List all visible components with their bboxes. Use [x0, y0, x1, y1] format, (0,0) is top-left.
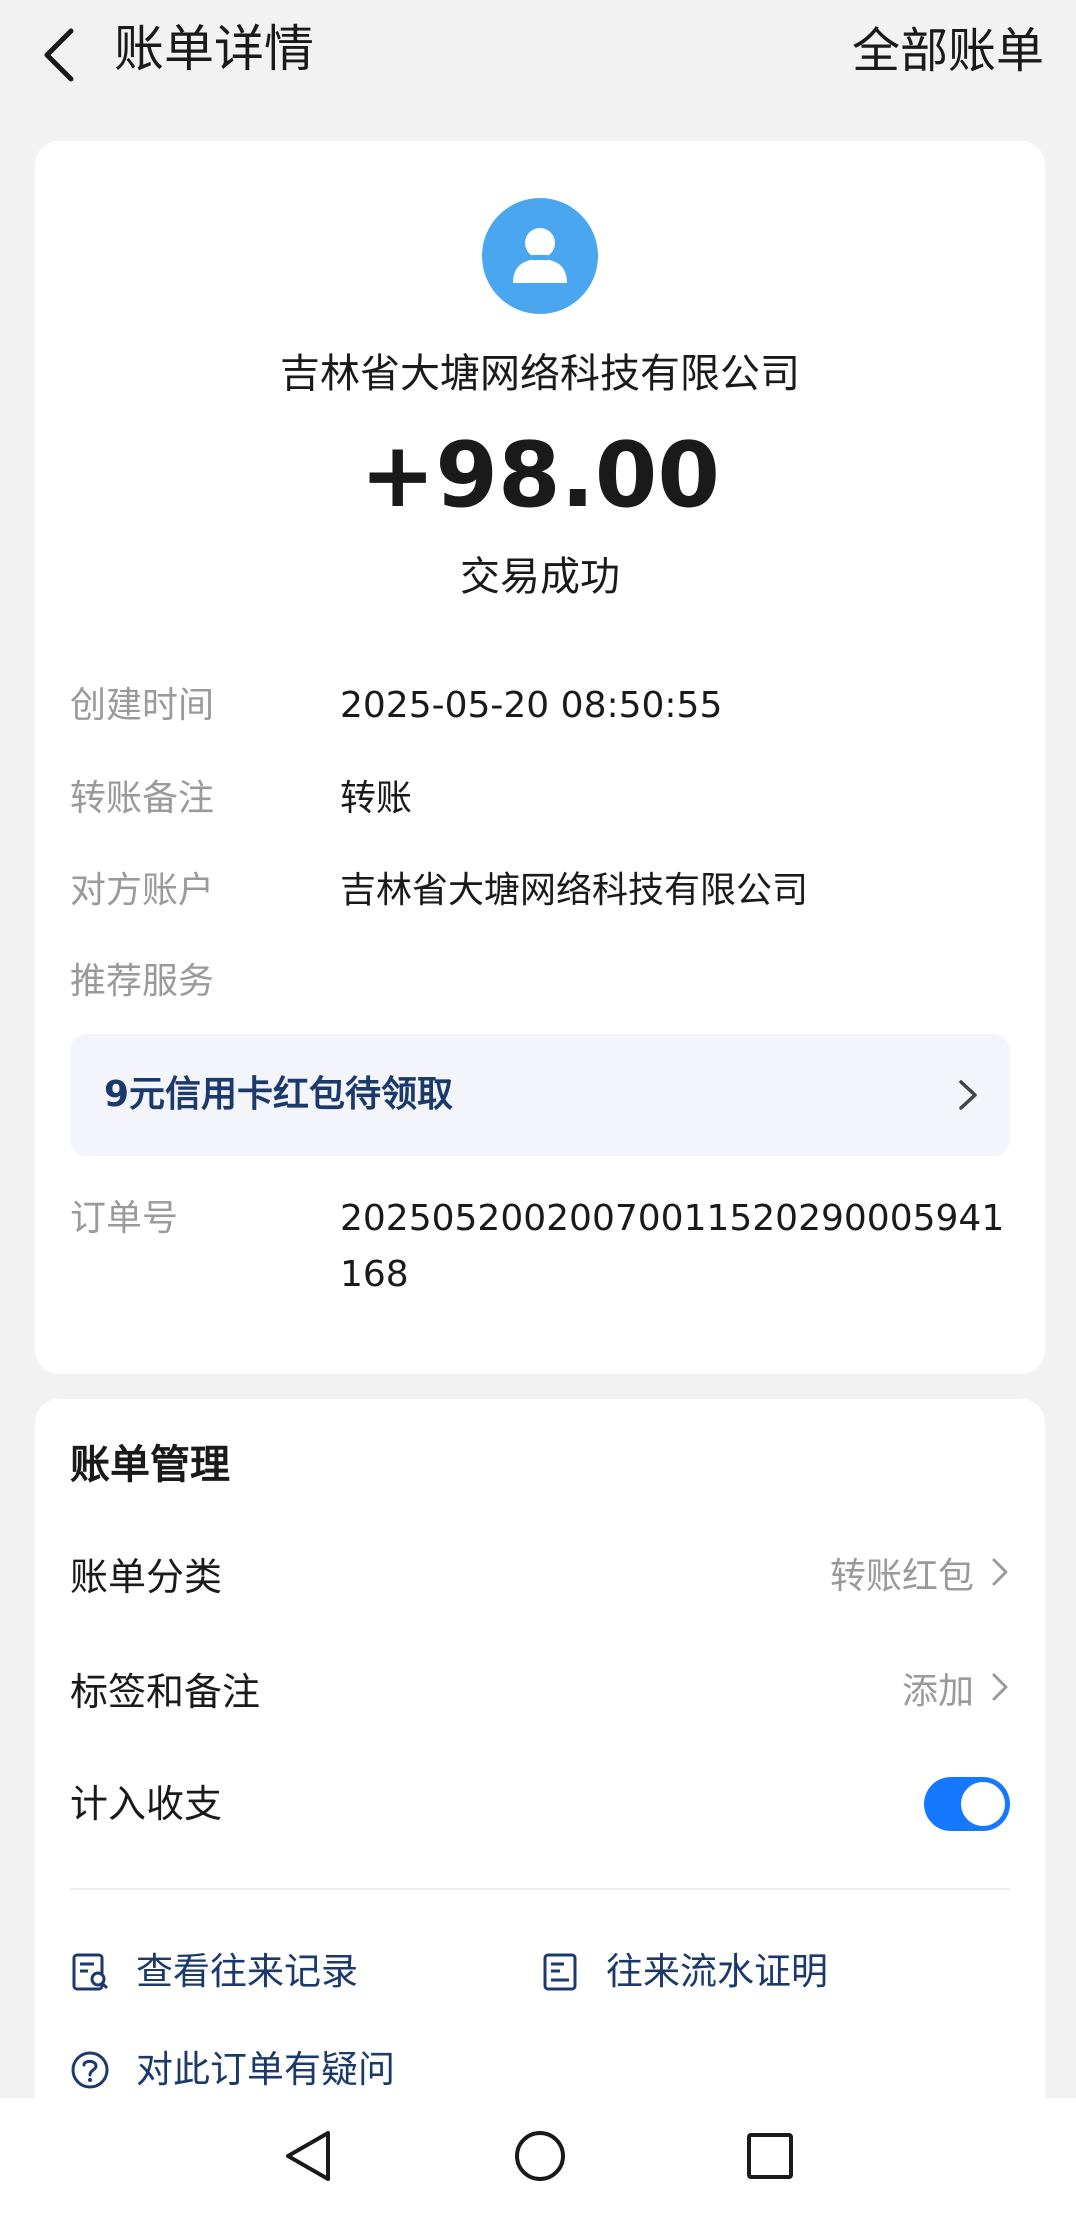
nav-back-icon[interactable] [278, 2126, 338, 2186]
view-history-text: 查看往来记录 [136, 1950, 358, 1993]
tags-notes-label: 标签和备注 [70, 1670, 261, 1714]
bill-category-label: 账单分类 [70, 1555, 223, 1599]
bill-management-card: 账单管理 账单分类 转账红包 标签和备注 添加 计入收支 查看往来记录 往来流水… [35, 1399, 1045, 2216]
created-time-value: 2025-05-20 08:50:55 [340, 685, 723, 726]
question-circle-icon [70, 2050, 110, 2090]
bill-detail-page: 账单详情 全部账单 吉林省大塘网络科技有限公司 +98.00 交易成功 创建时间… [0, 0, 1076, 2216]
statement-proof-link[interactable]: 往来流水证明 [540, 1944, 828, 2000]
bill-category-value: 转账红包 [829, 1556, 974, 1597]
promo-text: 9元信用卡红包待领取 [104, 1074, 454, 1115]
chevron-right-icon [990, 1664, 1010, 1720]
order-question-link[interactable]: 对此订单有疑问 [70, 2042, 395, 2098]
credit-card-promo-banner[interactable]: 9元信用卡红包待领取 [70, 1034, 1010, 1156]
order-number-value: 20250520020070011520290005941168 [340, 1198, 1005, 1295]
page-title: 账单详情 [114, 20, 314, 78]
transaction-status: 交易成功 [460, 554, 620, 600]
chevron-right-icon [956, 1078, 980, 1112]
transfer-note-value: 转账 [340, 778, 413, 819]
merchant-name: 吉林省大塘网络科技有限公司 [280, 351, 800, 397]
created-time-label: 创建时间 [70, 685, 215, 726]
user-avatar-icon [482, 198, 598, 314]
system-navigation-bar [0, 2098, 1076, 2216]
transaction-amount: +98.00 [359, 423, 721, 528]
divider [70, 1888, 1010, 1890]
document-icon [540, 1952, 580, 1992]
nav-recents-icon[interactable] [740, 2126, 800, 2186]
counterparty-value: 吉林省大塘网络科技有限公司 [340, 870, 809, 911]
top-bar: 账单详情 全部账单 [0, 0, 1076, 110]
section-title: 账单管理 [70, 1442, 230, 1488]
include-in-budget-toggle[interactable] [924, 1777, 1010, 1831]
transaction-detail-card: 吉林省大塘网络科技有限公司 +98.00 交易成功 创建时间 2025-05-2… [35, 141, 1045, 1374]
bill-category-selector[interactable]: 转账红包 [830, 1549, 1010, 1605]
order-question-text: 对此订单有疑问 [136, 2048, 395, 2091]
back-arrow-icon[interactable] [30, 22, 86, 88]
view-history-link[interactable]: 查看往来记录 [70, 1944, 358, 2000]
tags-notes-add[interactable]: 添加 [902, 1664, 1010, 1720]
transfer-note-label: 转账备注 [70, 778, 215, 819]
include-in-budget-label: 计入收支 [70, 1782, 223, 1826]
toggle-knob [961, 1782, 1005, 1826]
all-bills-link[interactable]: 全部账单 [852, 18, 1044, 84]
record-search-icon [70, 1952, 110, 1992]
chevron-right-icon [990, 1549, 1010, 1605]
counterparty-label: 对方账户 [70, 870, 215, 911]
order-number-label: 订单号 [70, 1198, 179, 1239]
nav-home-icon[interactable] [510, 2126, 570, 2186]
tags-notes-value: 添加 [901, 1671, 974, 1712]
statement-proof-text: 往来流水证明 [606, 1950, 828, 1993]
recommended-services-label: 推荐服务 [70, 961, 215, 1002]
